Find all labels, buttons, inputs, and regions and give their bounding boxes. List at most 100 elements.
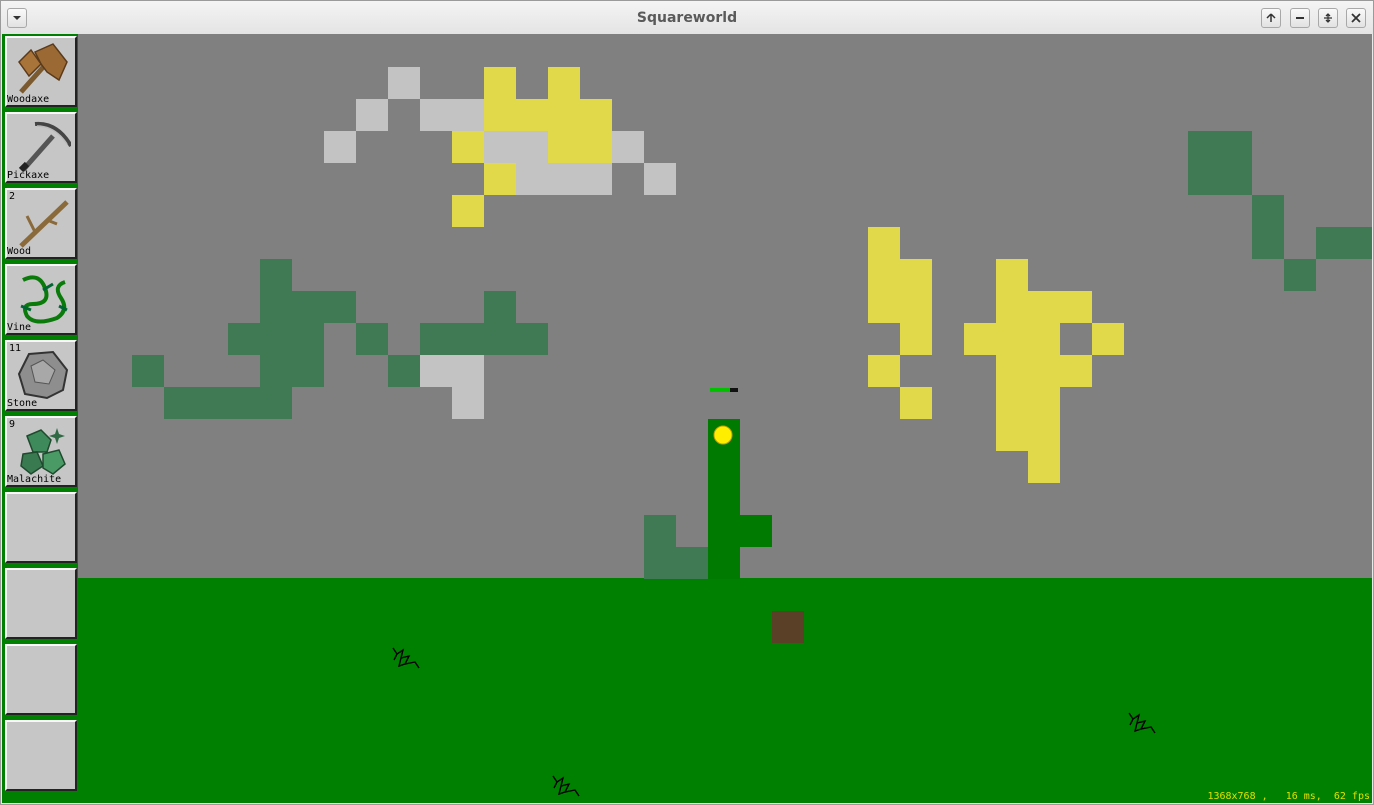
sulfur-block[interactable] — [1060, 291, 1092, 323]
vine-block[interactable] — [260, 259, 292, 291]
title-bar[interactable]: Squareworld — [1, 1, 1373, 34]
sulfur-block[interactable] — [996, 323, 1028, 355]
inventory-slot-stone[interactable]: 11 Stone — [5, 340, 77, 411]
vine-block[interactable] — [1252, 195, 1284, 227]
stone-block[interactable] — [420, 99, 452, 131]
minimize-button[interactable] — [1290, 8, 1310, 28]
inventory-slot-wood[interactable]: 2 Wood — [5, 188, 77, 259]
vine-block[interactable] — [196, 387, 228, 419]
vine-block[interactable] — [484, 323, 516, 355]
inventory-slot-vine[interactable]: Vine — [5, 264, 77, 335]
sulfur-block[interactable] — [548, 131, 580, 163]
vine-block[interactable] — [516, 323, 548, 355]
maximize-button[interactable] — [1318, 8, 1338, 28]
vine-block[interactable] — [260, 291, 292, 323]
sulfur-block[interactable] — [1060, 355, 1092, 387]
inventory-slot-empty[interactable] — [5, 644, 77, 715]
sulfur-block[interactable] — [1028, 355, 1060, 387]
vine-block[interactable] — [1348, 227, 1372, 259]
sulfur-block[interactable] — [868, 291, 900, 323]
grass-ground[interactable] — [78, 578, 1372, 803]
sulfur-block[interactable] — [452, 131, 484, 163]
sulfur-block[interactable] — [964, 323, 996, 355]
keep-above-button[interactable] — [1261, 8, 1281, 28]
stone-block[interactable] — [612, 131, 644, 163]
sulfur-block[interactable] — [900, 259, 932, 291]
stone-block[interactable] — [452, 355, 484, 387]
vine-block[interactable] — [356, 323, 388, 355]
sulfur-block[interactable] — [484, 163, 516, 195]
stone-block[interactable] — [324, 131, 356, 163]
stone-block[interactable] — [420, 355, 452, 387]
vine-block[interactable] — [1252, 227, 1284, 259]
vine-block[interactable] — [324, 291, 356, 323]
sulfur-block[interactable] — [996, 291, 1028, 323]
tree-block[interactable] — [740, 515, 772, 547]
close-button[interactable] — [1346, 8, 1366, 28]
sulfur-block[interactable] — [452, 195, 484, 227]
stone-block[interactable] — [548, 163, 580, 195]
vine-block[interactable] — [1188, 163, 1220, 195]
inventory-slot-empty[interactable] — [5, 720, 77, 791]
vine-block[interactable] — [292, 291, 324, 323]
sulfur-block[interactable] — [516, 99, 548, 131]
tree-block[interactable] — [708, 547, 740, 579]
inventory-slot-pickaxe[interactable]: Pickaxe — [5, 112, 77, 183]
vine-block[interactable] — [1284, 259, 1316, 291]
vine-block[interactable] — [676, 547, 708, 579]
vine-block[interactable] — [1188, 131, 1220, 163]
sulfur-block[interactable] — [484, 99, 516, 131]
sulfur-block[interactable] — [900, 323, 932, 355]
sulfur-block[interactable] — [1028, 419, 1060, 451]
tree-block[interactable] — [708, 515, 740, 547]
vine-block[interactable] — [644, 547, 676, 579]
stone-block[interactable] — [452, 99, 484, 131]
sulfur-block[interactable] — [996, 355, 1028, 387]
sulfur-block[interactable] — [900, 291, 932, 323]
sulfur-block[interactable] — [548, 99, 580, 131]
sulfur-block[interactable] — [1028, 323, 1060, 355]
vine-block[interactable] — [484, 291, 516, 323]
inventory-slot-woodaxe[interactable]: Woodaxe — [5, 36, 77, 107]
sulfur-block[interactable] — [900, 387, 932, 419]
stone-block[interactable] — [388, 67, 420, 99]
sulfur-block[interactable] — [868, 355, 900, 387]
stone-block[interactable] — [356, 99, 388, 131]
dirt-block[interactable] — [772, 611, 804, 643]
sulfur-block[interactable] — [484, 67, 516, 99]
vine-block[interactable] — [388, 355, 420, 387]
vine-block[interactable] — [292, 323, 324, 355]
sulfur-block[interactable] — [580, 99, 612, 131]
tree-block[interactable] — [708, 483, 740, 515]
tree-block[interactable] — [708, 451, 740, 483]
stone-block[interactable] — [516, 163, 548, 195]
vine-block[interactable] — [164, 387, 196, 419]
inventory-slot-empty[interactable] — [5, 492, 77, 563]
sulfur-block[interactable] — [996, 259, 1028, 291]
vine-block[interactable] — [228, 387, 260, 419]
sulfur-block[interactable] — [1028, 291, 1060, 323]
vine-block[interactable] — [292, 355, 324, 387]
stone-block[interactable] — [516, 131, 548, 163]
sulfur-block[interactable] — [868, 259, 900, 291]
vine-block[interactable] — [644, 515, 676, 547]
sulfur-block[interactable] — [868, 227, 900, 259]
vine-block[interactable] — [1220, 131, 1252, 163]
sulfur-block[interactable] — [548, 67, 580, 99]
vine-block[interactable] — [260, 387, 292, 419]
sulfur-block[interactable] — [996, 387, 1028, 419]
sulfur-block[interactable] — [1092, 323, 1124, 355]
inventory-slot-empty[interactable] — [5, 568, 77, 639]
stone-block[interactable] — [484, 131, 516, 163]
stone-block[interactable] — [580, 163, 612, 195]
vine-block[interactable] — [260, 323, 292, 355]
vine-block[interactable] — [132, 355, 164, 387]
sulfur-block[interactable] — [1028, 451, 1060, 483]
game-viewport[interactable]: Woodaxe Pickaxe 2 Wood Vine 11 Stone 9 M… — [2, 34, 1372, 803]
vine-block[interactable] — [1220, 163, 1252, 195]
vine-block[interactable] — [260, 355, 292, 387]
stone-block[interactable] — [452, 387, 484, 419]
sulfur-block[interactable] — [1028, 387, 1060, 419]
vine-block[interactable] — [228, 323, 260, 355]
sulfur-block[interactable] — [580, 131, 612, 163]
